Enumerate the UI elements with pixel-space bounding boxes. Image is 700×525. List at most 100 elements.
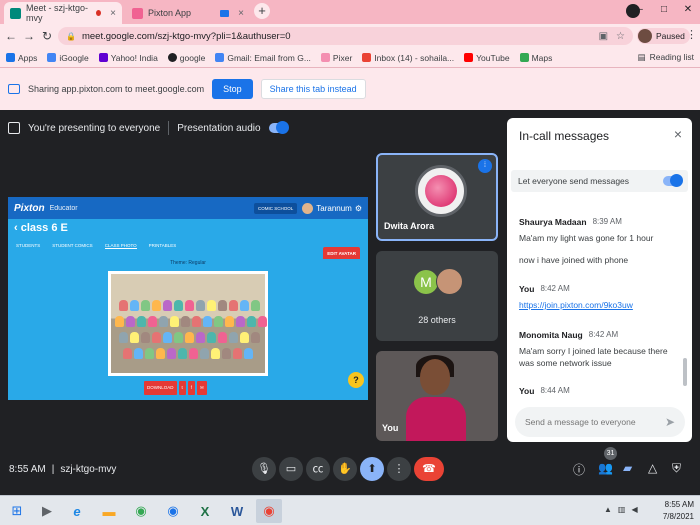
google-icon bbox=[47, 53, 57, 62]
pixton-tabs: STUDENTS STUDENT COMICS CLASS PHOTO PRIN… bbox=[16, 243, 176, 249]
people-icon[interactable]: 👥 bbox=[598, 461, 613, 475]
captions-button[interactable]: ㏄ bbox=[306, 457, 330, 481]
tab-close-icon[interactable]: × bbox=[238, 8, 244, 19]
profile-button[interactable]: Paused bbox=[637, 28, 690, 44]
student-avatar bbox=[123, 348, 132, 359]
pixton-tab-class-photo: CLASS PHOTO bbox=[104, 243, 137, 249]
student-avatar bbox=[137, 316, 146, 327]
chat-permission-setting: Let everyone send messages bbox=[511, 170, 688, 192]
raise-hand-button[interactable]: ✋ bbox=[333, 457, 357, 481]
omnibox-actions: ▣ ☆ bbox=[599, 31, 625, 42]
chat-scrollbar[interactable] bbox=[683, 358, 687, 386]
send-icon[interactable]: ➤ bbox=[665, 415, 675, 429]
back-button[interactable]: ← bbox=[2, 29, 20, 43]
network-icon[interactable]: ▥ bbox=[618, 505, 626, 514]
forward-button[interactable]: → bbox=[20, 29, 38, 43]
file-explorer-icon[interactable]: ▬ bbox=[96, 499, 122, 523]
browser-menu-icon[interactable]: ⋮ bbox=[686, 28, 697, 41]
meet-favicon-icon bbox=[10, 7, 21, 19]
student-avatar bbox=[244, 348, 253, 359]
student-avatar bbox=[240, 300, 249, 311]
pixton-logo: Pixton bbox=[14, 202, 45, 214]
chat-icon[interactable]: ▰ bbox=[623, 461, 632, 475]
close-panel-icon[interactable]: × bbox=[674, 126, 682, 142]
participant-tile-others[interactable]: M 28 others bbox=[376, 251, 498, 341]
meeting-details-icon[interactable]: ⓘ bbox=[573, 461, 585, 478]
volume-icon[interactable]: ◀ bbox=[631, 505, 637, 514]
student-avatar bbox=[185, 332, 194, 343]
student-avatar bbox=[170, 316, 179, 327]
message-input[interactable] bbox=[525, 417, 655, 427]
student-avatar bbox=[214, 316, 223, 327]
excel-icon[interactable]: X bbox=[192, 499, 218, 523]
host-controls-icon[interactable]: ⛨ bbox=[672, 461, 681, 476]
message-header: You 8:44 AM bbox=[519, 386, 677, 396]
stop-sharing-button[interactable]: Stop bbox=[212, 79, 253, 99]
presenting-text: You're presenting to everyone bbox=[28, 122, 161, 134]
chrome-active-icon[interactable]: ◉ bbox=[256, 499, 282, 523]
address-bar[interactable]: 🔒 meet.google.com/szj-ktgo-mvy?pli=1&aut… bbox=[58, 27, 633, 45]
bookmark-apps[interactable]: Apps bbox=[6, 53, 37, 63]
meet-stage: You're presenting to everyone Presentati… bbox=[0, 110, 700, 495]
internet-explorer-icon[interactable]: e bbox=[64, 499, 90, 523]
tab-pixton[interactable]: Pixton App × bbox=[126, 2, 250, 24]
present-now-button[interactable]: ⬆ bbox=[360, 457, 384, 481]
participant-tile-dwita[interactable]: ⁞ Dwita Arora bbox=[376, 153, 498, 241]
word-icon[interactable]: W bbox=[224, 499, 250, 523]
bookmark-star-icon[interactable]: ☆ bbox=[616, 31, 625, 42]
bookmark-yahoo[interactable]: Yahoo! India bbox=[98, 53, 158, 63]
share-this-tab-button[interactable]: Share this tab instead bbox=[260, 79, 366, 99]
bookmark-youtube[interactable]: YouTube bbox=[464, 53, 510, 63]
more-options-button[interactable]: ⋮ bbox=[387, 457, 411, 481]
bookmark-igoogle[interactable]: iGoogle bbox=[47, 53, 89, 63]
message-link[interactable]: https://join.pixton.com/9ko3uw bbox=[519, 300, 677, 310]
participant-tile-you[interactable]: You bbox=[376, 351, 498, 441]
student-avatar bbox=[163, 332, 172, 343]
meeting-code: szj-ktgo-mvy bbox=[60, 464, 117, 475]
bookmark-inbox[interactable]: Inbox (14) - sohaila... bbox=[362, 53, 454, 63]
message-sender: You bbox=[519, 283, 535, 294]
message-text: Ma'am sorry I joined late because there … bbox=[519, 345, 668, 368]
reading-list-button[interactable]: ▤ Reading list bbox=[638, 52, 694, 63]
speaking-indicator-icon: ⁞ bbox=[478, 159, 492, 173]
microphone-button[interactable]: 🎙 bbox=[252, 457, 276, 481]
screen-share-icon bbox=[8, 84, 20, 94]
chrome-icon[interactable]: ◉ bbox=[128, 499, 154, 523]
pixton-tab-student-comics: STUDENT COMICS bbox=[52, 243, 93, 248]
message-text: now i have joined with phone bbox=[519, 254, 629, 265]
class-title: ‹ class 6 E bbox=[14, 222, 68, 234]
bookmark-google[interactable]: google bbox=[167, 53, 205, 63]
taskbar-clock[interactable]: 8:55 AM 7/8/2021 bbox=[663, 499, 694, 523]
tab-meet[interactable]: Meet - szj-ktgo-mvy × bbox=[4, 2, 122, 24]
reload-button[interactable]: ↻ bbox=[38, 29, 56, 43]
pixton-user: Tarannum ⚙ bbox=[302, 202, 362, 214]
camera-button[interactable]: ▭ bbox=[279, 457, 303, 481]
tab-close-icon[interactable]: × bbox=[110, 8, 116, 19]
separator: | bbox=[51, 464, 55, 475]
camera-indicator-icon[interactable]: ▣ bbox=[599, 31, 608, 42]
media-player-icon[interactable]: ▶ bbox=[34, 499, 60, 523]
url-text: meet.google.com/szj-ktgo-mvy?pli=1&authu… bbox=[81, 30, 291, 42]
help-button: ? bbox=[348, 372, 364, 388]
start-button-icon[interactable]: ⊞ bbox=[4, 499, 30, 523]
leave-call-button[interactable]: ☎ bbox=[414, 457, 444, 481]
chrome-profile-icon[interactable]: ◉ bbox=[160, 499, 186, 523]
student-avatar bbox=[240, 332, 249, 343]
maps-pin-icon bbox=[519, 53, 529, 62]
bookmark-label: Maps bbox=[531, 52, 553, 63]
tray-expand-icon[interactable]: ▲ bbox=[604, 505, 612, 514]
bookmark-pixer[interactable]: Pixer bbox=[320, 53, 352, 63]
bookmark-maps[interactable]: Maps bbox=[519, 52, 553, 63]
maximize-button[interactable]: □ bbox=[652, 0, 676, 20]
student-avatar bbox=[178, 348, 187, 359]
allow-messages-toggle[interactable] bbox=[663, 174, 683, 187]
minimize-button[interactable]: – bbox=[628, 0, 652, 20]
new-tab-button[interactable]: + bbox=[254, 3, 270, 19]
student-avatar bbox=[229, 332, 238, 343]
presentation-audio-toggle[interactable] bbox=[268, 121, 289, 134]
bookmark-gmail-1[interactable]: Gmail: Email from G... bbox=[215, 53, 311, 63]
close-window-button[interactable]: ✕ bbox=[676, 0, 700, 20]
meet-control-bar: 8:55 AM | szj-ktgo-mvy 🎙 ▭ ㏄ ✋ ⬆ ⋮ ☎ ⓘ 👥… bbox=[0, 447, 700, 495]
activities-icon[interactable]: △ bbox=[648, 461, 657, 475]
globe-icon bbox=[167, 53, 177, 62]
